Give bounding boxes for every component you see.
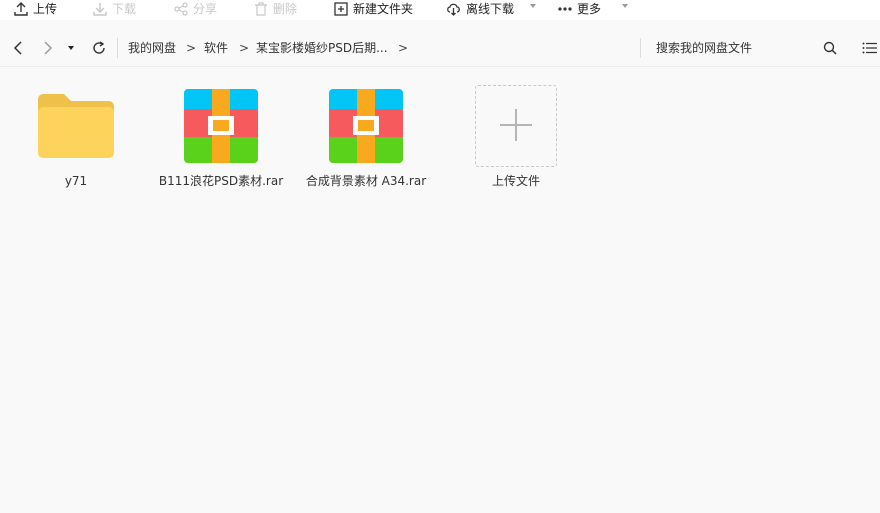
new-folder-label: 新建文件夹 xyxy=(353,2,414,16)
offline-download-button[interactable]: 离线下载 xyxy=(446,0,514,17)
forward-icon[interactable] xyxy=(40,40,56,56)
file-item-rar[interactable]: B111浪花PSD素材.rar xyxy=(158,84,284,194)
new-folder-button[interactable]: 新建文件夹 xyxy=(334,0,413,17)
more-dropdown-icon[interactable] xyxy=(622,4,628,8)
upload-icon xyxy=(14,1,28,16)
search-input[interactable] xyxy=(656,38,816,58)
share-button[interactable]: 分享 xyxy=(174,0,217,17)
divider xyxy=(117,38,118,58)
refresh-icon[interactable] xyxy=(91,40,107,56)
divider xyxy=(640,38,641,58)
search-icon[interactable] xyxy=(822,40,838,56)
breadcrumb-item-my-disk[interactable]: 我的网盘 xyxy=(128,40,176,56)
download-icon xyxy=(93,2,107,16)
breadcrumb-item-software[interactable]: 软件 xyxy=(204,40,228,56)
navigation-bar: 我的网盘 > 软件 > 某宝影楼婚纱PSD后期... > xyxy=(0,30,880,67)
download-label: 下载 xyxy=(112,2,137,16)
history-dropdown-icon[interactable] xyxy=(63,40,79,56)
file-name: y71 xyxy=(64,174,88,188)
trash-icon xyxy=(254,1,268,16)
breadcrumb-separator: > xyxy=(239,41,250,55)
file-item-folder[interactable]: y71 xyxy=(16,84,136,194)
more-label: 更多 xyxy=(577,2,602,16)
back-icon[interactable] xyxy=(10,40,26,56)
offline-download-label: 离线下载 xyxy=(466,2,515,16)
share-icon xyxy=(174,1,188,16)
download-button[interactable]: 下载 xyxy=(93,0,136,17)
share-label: 分享 xyxy=(193,2,218,16)
toolbar: 上传 下载 分享 删除 新建文件夹 离线下载 更多 xyxy=(0,0,880,20)
upload-button[interactable]: 上传 xyxy=(14,0,57,17)
upload-file-tile[interactable]: 上传文件 xyxy=(456,84,576,194)
folder-icon xyxy=(34,84,118,168)
breadcrumb-item-current-folder[interactable]: 某宝影楼婚纱PSD后期... xyxy=(256,40,388,56)
delete-label: 删除 xyxy=(273,2,298,16)
file-name: 合成背景素材 A34.rar xyxy=(305,174,427,188)
rar-archive-icon xyxy=(324,84,408,168)
file-name: B111浪花PSD素材.rar xyxy=(158,174,284,188)
breadcrumb-separator: > xyxy=(186,41,197,55)
plus-icon xyxy=(498,107,534,146)
file-item-rar[interactable]: 合成背景素材 A34.rar xyxy=(306,84,426,194)
offline-download-dropdown-icon[interactable] xyxy=(530,4,536,8)
more-button[interactable]: 更多 xyxy=(558,0,601,17)
rar-archive-icon xyxy=(179,84,263,168)
new-folder-icon xyxy=(334,1,348,16)
delete-button[interactable]: 删除 xyxy=(254,0,297,17)
upload-drop-box[interactable] xyxy=(475,85,557,167)
upload-file-label: 上传文件 xyxy=(491,174,540,188)
list-view-icon[interactable] xyxy=(861,40,877,56)
upload-label: 上传 xyxy=(33,2,58,16)
cloud-download-icon xyxy=(446,2,461,16)
breadcrumb-separator: > xyxy=(398,41,409,55)
more-dots-icon xyxy=(558,2,572,16)
